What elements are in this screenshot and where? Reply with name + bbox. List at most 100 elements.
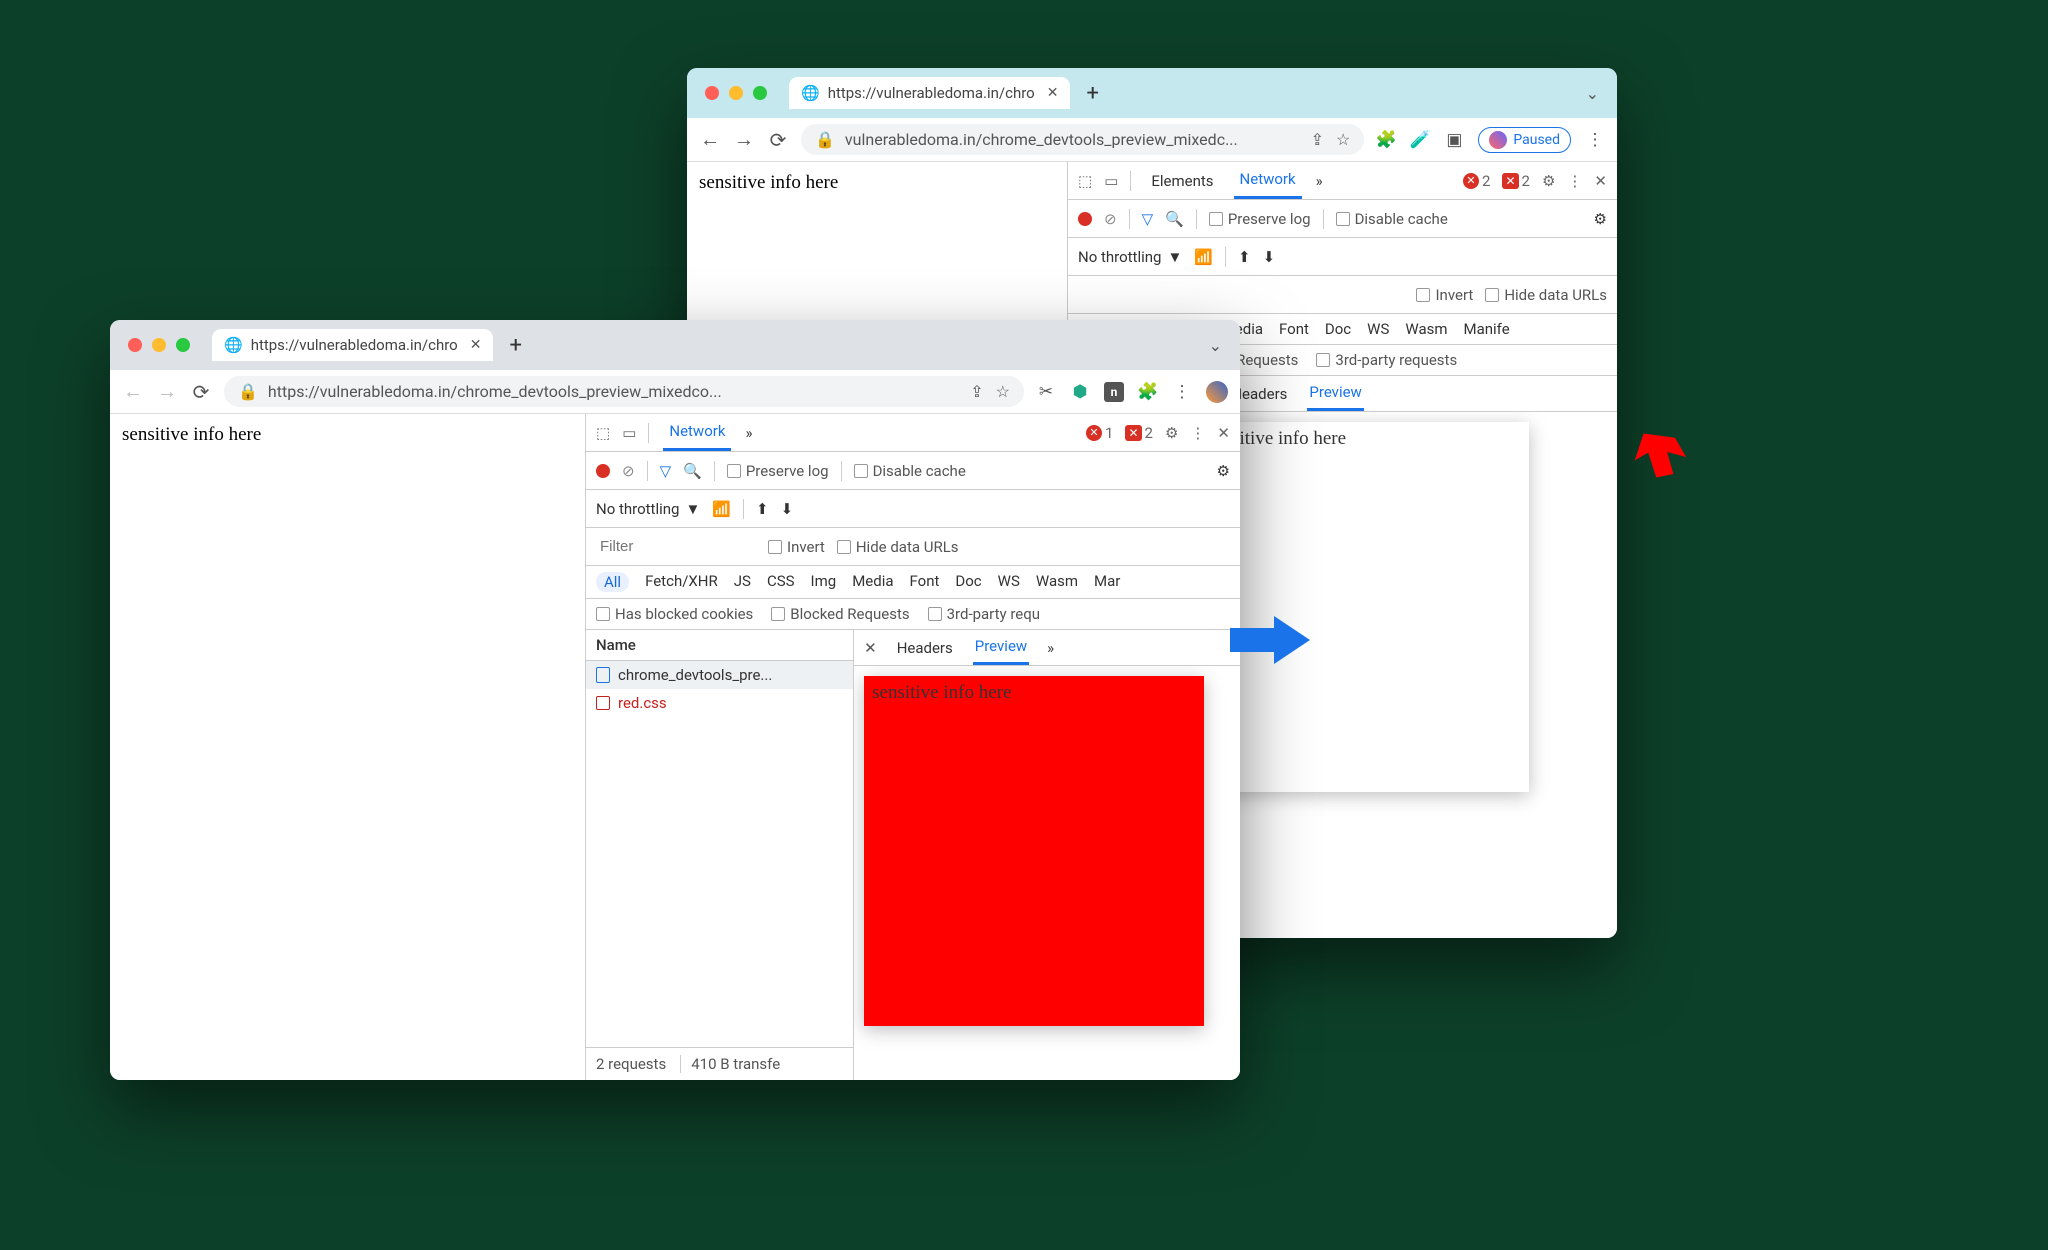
disable-cache-checkbox[interactable]: Disable cache: [854, 462, 966, 480]
filter-input[interactable]: [596, 534, 756, 559]
disable-cache-checkbox[interactable]: Disable cache: [1336, 210, 1448, 228]
gear-icon[interactable]: ⚙: [1542, 172, 1555, 190]
search-icon[interactable]: 🔍: [1165, 210, 1184, 228]
extensions-icon[interactable]: 🧩: [1376, 130, 1396, 150]
ext2-icon[interactable]: n: [1104, 382, 1124, 402]
address-bar[interactable]: 🔒 vulnerabledoma.in/chrome_devtools_prev…: [801, 124, 1364, 155]
toolbar: ← → ⟳ 🔒 vulnerabledoma.in/chrome_devtool…: [687, 118, 1617, 162]
request-row[interactable]: chrome_devtools_pre...: [586, 661, 853, 689]
address-bar[interactable]: 🔒 https://vulnerabledoma.in/chrome_devto…: [224, 376, 1024, 407]
menu-icon[interactable]: ⋮: [1585, 130, 1605, 150]
tabs-dropdown-icon[interactable]: ⌄: [1209, 336, 1222, 355]
close-icon[interactable]: ✕: [470, 337, 482, 353]
globe-icon: 🌐: [224, 336, 243, 354]
forward-button[interactable]: →: [733, 127, 755, 152]
scissors-icon[interactable]: ✂︎: [1036, 382, 1056, 402]
third-party-checkbox[interactable]: 3rd-party requests: [1316, 351, 1457, 369]
preview-content: sensitive info here: [1199, 422, 1529, 792]
extensions-icon[interactable]: 🧩: [1138, 382, 1158, 402]
more-tabs-icon[interactable]: »: [745, 424, 752, 442]
invert-checkbox[interactable]: Invert: [1416, 286, 1473, 304]
ext1-icon[interactable]: ⬢: [1070, 382, 1090, 402]
browser-tab[interactable]: 🌐 https://vulnerabledoma.in/chro ✕: [212, 329, 493, 361]
column-header-name[interactable]: Name: [586, 630, 853, 661]
back-button[interactable]: ←: [122, 379, 144, 404]
profile-paused[interactable]: Paused: [1478, 127, 1571, 153]
warning-count[interactable]: ✕2: [1125, 424, 1153, 442]
search-icon[interactable]: 🔍: [683, 462, 702, 480]
filter-icon[interactable]: ▽: [1142, 210, 1154, 228]
kebab-icon[interactable]: ⋮: [1190, 424, 1205, 442]
star-icon[interactable]: ☆: [1336, 130, 1350, 149]
clear-icon[interactable]: ⊘: [622, 462, 635, 480]
tab-preview[interactable]: Preview: [1307, 376, 1363, 411]
throttling-select[interactable]: No throttling ▼: [596, 500, 700, 518]
tabs-dropdown-icon[interactable]: ⌄: [1586, 84, 1599, 103]
record-button[interactable]: [1078, 212, 1092, 226]
tab-network[interactable]: Network: [663, 414, 731, 451]
device-icon[interactable]: ▭: [1104, 172, 1118, 190]
new-tab-button[interactable]: +: [1080, 81, 1104, 106]
traffic-lights[interactable]: [705, 86, 767, 100]
preserve-log-checkbox[interactable]: Preserve log: [727, 462, 829, 480]
kebab-icon[interactable]: ⋮: [1567, 172, 1582, 190]
inspect-icon[interactable]: ⬚: [596, 424, 610, 442]
device-icon[interactable]: ▭: [622, 424, 636, 442]
upload-icon[interactable]: ⬆: [1238, 248, 1251, 266]
browser-tab[interactable]: 🌐 https://vulnerabledoma.in/chro ✕: [789, 77, 1070, 109]
more-tabs-icon[interactable]: »: [1047, 639, 1054, 657]
close-icon[interactable]: ✕: [864, 639, 877, 657]
flask-icon[interactable]: 🧪: [1410, 130, 1430, 150]
titlebar: 🌐 https://vulnerabledoma.in/chro ✕ + ⌄: [110, 320, 1240, 370]
record-button[interactable]: [596, 464, 610, 478]
invert-checkbox[interactable]: Invert: [768, 538, 825, 556]
gear-icon[interactable]: ⚙: [1217, 462, 1230, 480]
request-row[interactable]: red.css: [586, 689, 853, 717]
gear-icon[interactable]: ⚙: [1594, 210, 1607, 228]
tab-network[interactable]: Network: [1234, 162, 1302, 199]
reload-button[interactable]: ⟳: [767, 128, 789, 152]
reload-button[interactable]: ⟳: [190, 380, 212, 404]
star-icon[interactable]: ☆: [996, 382, 1010, 401]
gear-icon[interactable]: ⚙: [1165, 424, 1178, 442]
tab-headers[interactable]: Headers: [895, 632, 955, 664]
share-icon[interactable]: ⇪: [1311, 130, 1324, 149]
third-party-checkbox[interactable]: 3rd-party requ: [928, 605, 1040, 623]
tab-preview[interactable]: Preview: [973, 630, 1029, 665]
inspect-icon[interactable]: ⬚: [1078, 172, 1092, 190]
preserve-log-checkbox[interactable]: Preserve log: [1209, 210, 1311, 228]
new-tab-button[interactable]: +: [503, 333, 527, 358]
close-devtools-icon[interactable]: ✕: [1217, 424, 1230, 442]
hide-data-urls-checkbox[interactable]: Hide data URLs: [1485, 286, 1607, 304]
error-count[interactable]: ✕2: [1463, 172, 1490, 190]
resource-type-filter[interactable]: AllFetch/XHRJSCSSImgMediaFontDocWSWasmMa…: [586, 566, 1240, 599]
preview-content: sensitive info here: [864, 676, 1204, 1026]
throttling-select[interactable]: No throttling ▼: [1078, 248, 1182, 266]
blocked-cookies-checkbox[interactable]: Has blocked cookies: [596, 605, 753, 623]
more-tabs-icon[interactable]: »: [1316, 172, 1323, 190]
panel-icon[interactable]: ▣: [1444, 130, 1464, 150]
lock-icon: 🔒: [238, 382, 258, 401]
filter-icon[interactable]: ▽: [660, 462, 672, 480]
forward-button[interactable]: →: [156, 379, 178, 404]
download-icon[interactable]: ⬇: [1263, 248, 1276, 266]
tab-elements[interactable]: Elements: [1145, 164, 1219, 198]
menu-icon[interactable]: ⋮: [1172, 382, 1192, 402]
profile-avatar[interactable]: [1206, 381, 1228, 403]
warning-count[interactable]: ✕2: [1502, 172, 1530, 190]
traffic-lights[interactable]: [128, 338, 190, 352]
upload-icon[interactable]: ⬆: [756, 500, 769, 518]
wifi-icon[interactable]: 📶: [1194, 248, 1213, 266]
hide-data-urls-checkbox[interactable]: Hide data URLs: [837, 538, 959, 556]
error-count[interactable]: ✕1: [1086, 424, 1113, 442]
blocked-requests-checkbox[interactable]: Blocked Requests: [771, 605, 909, 623]
url-text: vulnerabledoma.in/chrome_devtools_previe…: [845, 130, 1238, 149]
wifi-icon[interactable]: 📶: [712, 500, 731, 518]
share-icon[interactable]: ⇪: [970, 382, 983, 401]
close-icon[interactable]: ✕: [1047, 85, 1059, 101]
clear-icon[interactable]: ⊘: [1104, 210, 1117, 228]
toolbar: ← → ⟳ 🔒 https://vulnerabledoma.in/chrome…: [110, 370, 1240, 414]
close-devtools-icon[interactable]: ✕: [1594, 172, 1607, 190]
download-icon[interactable]: ⬇: [781, 500, 794, 518]
back-button[interactable]: ←: [699, 127, 721, 152]
